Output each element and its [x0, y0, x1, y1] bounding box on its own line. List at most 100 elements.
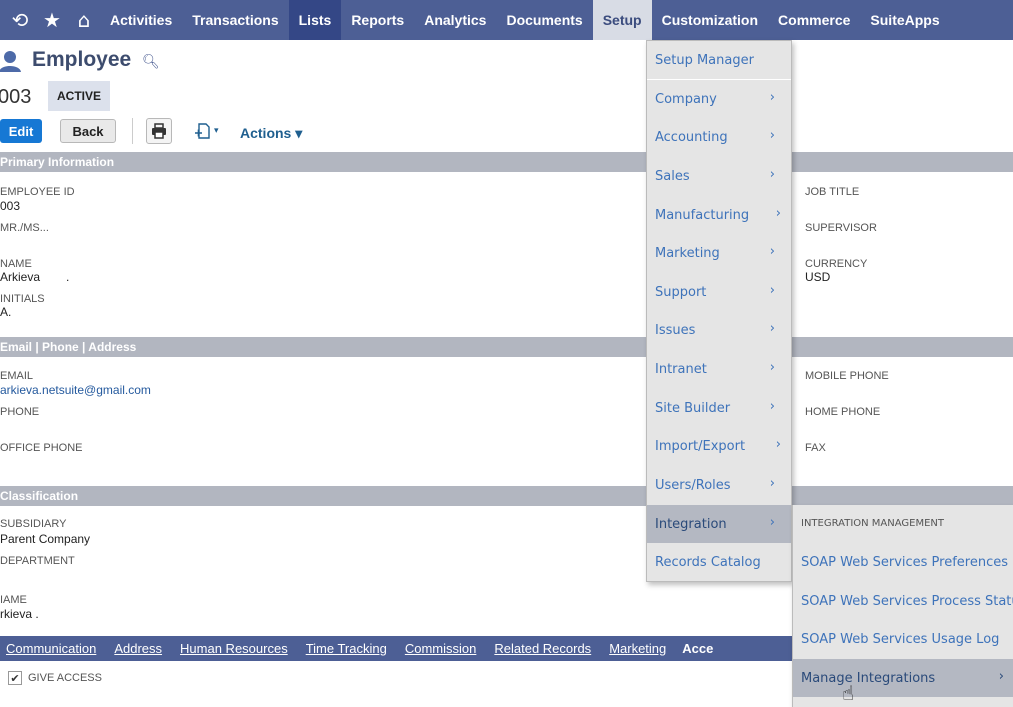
menu-soap-process-status[interactable]: SOAP Web Services Process Status — [793, 582, 1013, 620]
menu-item-label: Company — [655, 91, 717, 107]
mobile-phone-label: MOBILE PHONE — [805, 370, 889, 382]
nav-activities[interactable]: Activities — [100, 0, 182, 40]
menu-item-label: Setup Manager — [655, 52, 754, 68]
print-button[interactable] — [146, 118, 172, 144]
subtab-access[interactable]: Acce — [682, 641, 713, 656]
give-access-label: GIVE ACCESS — [28, 672, 102, 684]
setup-dropdown-menu: Setup Manager Company › Accounting › Sales… — [646, 40, 792, 582]
section-classification[interactable]: Classification — [0, 486, 1013, 506]
menu-item-label: Manufacturing — [655, 207, 750, 223]
job-title-label: JOB TITLE — [805, 186, 860, 198]
class-name-value: rkieva . — [0, 607, 39, 621]
menu-item-label: Support — [655, 284, 707, 300]
subtab-related-records[interactable]: Related Records — [494, 641, 591, 656]
menu-import-export[interactable]: Import/Export › — [647, 427, 791, 465]
search-icon[interactable]: 🔍︎ — [142, 54, 160, 70]
nav-transactions[interactable]: Transactions — [182, 0, 288, 40]
menu-marketing[interactable]: Marketing › — [647, 234, 791, 272]
recent-icon[interactable]: ⟲ — [4, 0, 36, 40]
menu-item-label: Issues — [655, 322, 696, 338]
menu-setup-manager[interactable]: Setup Manager — [647, 41, 791, 79]
nav-customization[interactable]: Customization — [652, 0, 768, 40]
new-record-button[interactable]: ▾ — [194, 122, 219, 140]
top-navigation: ⟲ ★ ⌂ Activities Transactions Lists Repo… — [0, 0, 1013, 40]
phone-label: PHONE — [0, 406, 40, 418]
menu-company[interactable]: Company › — [647, 80, 791, 118]
record-number: 003 — [0, 86, 32, 108]
nav-documents[interactable]: Documents — [496, 0, 592, 40]
menu-item-label: Manage Integrations — [801, 670, 936, 686]
subtab-communication[interactable]: Communication — [6, 641, 96, 656]
chevron-right-icon: › — [998, 669, 1004, 684]
menu-intranet[interactable]: Intranet › — [647, 350, 791, 388]
chevron-right-icon: › — [769, 399, 775, 414]
menu-site-builder[interactable]: Site Builder › — [647, 389, 791, 427]
menu-accounting[interactable]: Accounting › — [647, 118, 791, 156]
section-primary-information[interactable]: Primary Information — [0, 152, 1013, 172]
nav-reports[interactable]: Reports — [341, 0, 414, 40]
status-badge: ACTIVE — [48, 81, 110, 111]
menu-item-label: Site Builder — [655, 400, 731, 416]
back-button[interactable]: Back — [60, 119, 116, 143]
give-access-checkbox[interactable]: ✔ — [8, 671, 22, 685]
nav-setup[interactable]: Setup — [592, 0, 652, 40]
menu-item-label: Records Catalog — [655, 554, 761, 570]
subtab-time-tracking[interactable]: Time Tracking — [306, 641, 387, 656]
section-email-phone-address[interactable]: Email | Phone | Address — [0, 337, 1013, 357]
nav-analytics[interactable]: Analytics — [414, 0, 496, 40]
subtab-commission[interactable]: Commission — [405, 641, 477, 656]
department-label: DEPARTMENT — [0, 555, 75, 567]
actions-menu[interactable]: Actions ▾ — [240, 125, 302, 142]
nav-lists[interactable]: Lists — [288, 0, 342, 40]
menu-manage-integrations[interactable]: Manage Integrations › — [793, 659, 1013, 697]
nav-suiteapps[interactable]: SuiteApps — [860, 0, 949, 40]
menu-item-label: Intranet — [655, 361, 707, 377]
menu-users-roles[interactable]: Users/Roles › — [647, 466, 791, 504]
menu-item-label: Sales — [655, 168, 690, 184]
menu-item-label: Accounting — [655, 129, 728, 145]
chevron-right-icon: › — [769, 283, 775, 298]
supervisor-label: SUPERVISOR — [805, 222, 877, 234]
star-icon[interactable]: ★ — [36, 0, 68, 40]
chevron-right-icon: › — [769, 167, 775, 182]
chevron-down-icon: ▾ — [214, 126, 219, 136]
menu-soap-preferences[interactable]: SOAP Web Services Preferences — [793, 543, 1013, 581]
hand-pointer-cursor-icon: ☝ — [842, 681, 855, 705]
home-phone-label: HOME PHONE — [805, 406, 881, 418]
chevron-right-icon: › — [775, 437, 781, 452]
subtab-human-resources[interactable]: Human Resources — [180, 641, 288, 656]
menu-manufacturing[interactable]: Manufacturing › — [647, 196, 791, 234]
subtab-address[interactable]: Address — [114, 641, 162, 656]
menu-issues[interactable]: Issues › — [647, 311, 791, 349]
menu-records-catalog[interactable]: Records Catalog — [647, 543, 791, 581]
chevron-right-icon: › — [769, 90, 775, 105]
chevron-right-icon: › — [769, 476, 775, 491]
menu-integration[interactable]: Integration › — [647, 505, 791, 543]
chevron-right-icon: › — [769, 321, 775, 336]
class-name-label: IAME — [0, 594, 27, 606]
fax-label: FAX — [805, 442, 826, 454]
menu-soap-usage-log[interactable]: SOAP Web Services Usage Log — [793, 620, 1013, 658]
menu-support[interactable]: Support › — [647, 273, 791, 311]
integration-submenu: INTEGRATION MANAGEMENT SOAP Web Services… — [792, 505, 1013, 707]
edit-button[interactable]: Edit — [0, 119, 42, 143]
subsidiary-value: Parent Company — [0, 532, 91, 546]
name-label: NAME — [0, 258, 32, 270]
initials-value: A. — [0, 305, 12, 319]
new-record-icon — [195, 123, 210, 139]
menu-item-label: Integration — [655, 516, 727, 532]
employee-id-label: EMPLOYEE ID — [0, 186, 75, 198]
home-icon[interactable]: ⌂ — [68, 0, 100, 40]
menu-sales[interactable]: Sales › — [647, 157, 791, 195]
subtab-marketing[interactable]: Marketing — [609, 641, 666, 656]
mr-ms-label: MR./MS... — [0, 222, 49, 234]
chevron-right-icon: › — [769, 244, 775, 259]
printer-icon — [152, 123, 166, 139]
nav-commerce[interactable]: Commerce — [768, 0, 860, 40]
chevron-right-icon: › — [769, 515, 775, 530]
chevron-right-icon: › — [769, 360, 775, 375]
menu-item-label: Import/Export — [655, 438, 746, 454]
email-link[interactable]: arkieva.netsuite@gmail.com — [0, 383, 151, 397]
subsidiary-label: SUBSIDIARY — [0, 518, 67, 530]
office-phone-label: OFFICE PHONE — [0, 442, 83, 454]
